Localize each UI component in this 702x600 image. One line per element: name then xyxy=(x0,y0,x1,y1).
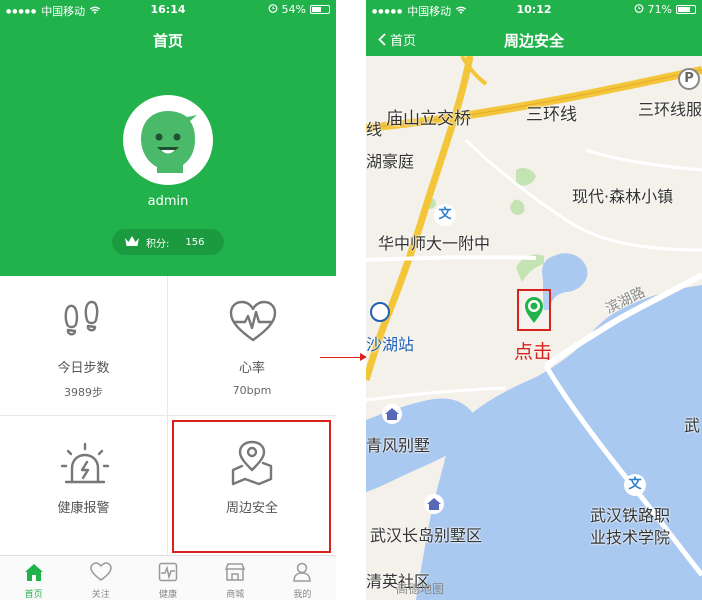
points-label: 积分: xyxy=(146,238,170,250)
battery-icon xyxy=(676,5,696,14)
heart-rate-icon xyxy=(229,300,277,342)
status-bar: ●●●●● 中国移动 16:14 54% xyxy=(0,0,336,20)
battery-percent: 54% xyxy=(281,3,306,16)
map-label-college-2: 业技术学院 xyxy=(590,528,671,547)
tab-follow-label: 关注 xyxy=(91,590,110,600)
steps-label: 今日步数 xyxy=(57,361,110,376)
heart-rate-card[interactable]: 心率 70bpm xyxy=(168,276,336,415)
steps-value: 3989步 xyxy=(64,386,103,399)
map-label-bridge: 庙山立交桥 xyxy=(386,109,471,129)
health-alarm-card[interactable]: 健康报警 xyxy=(0,416,167,555)
map-label-ring-road: 三环线 xyxy=(526,105,577,125)
tab-follow[interactable]: 关注 xyxy=(67,556,134,600)
battery-icon xyxy=(310,5,330,14)
composite-screenshot: ●●●●● 中国移动 16:14 54% 首页 admin 积分: 156 今日… xyxy=(0,0,702,600)
alarm-icon xyxy=(634,3,644,16)
map-label-xian: 线 xyxy=(366,120,383,139)
college-icon: 文 xyxy=(624,474,646,496)
alarm-siren-icon xyxy=(60,442,110,484)
tab-home-label: 首页 xyxy=(24,590,43,600)
username: admin xyxy=(147,194,189,209)
map-label-garden: 湖豪庭 xyxy=(366,152,415,171)
map-label-college-1: 武汉铁路职 xyxy=(590,506,671,525)
tab-shop[interactable]: 商城 xyxy=(202,556,269,600)
residential-icon xyxy=(424,494,444,514)
location-pin-icon[interactable] xyxy=(523,296,545,324)
health-alarm-label: 健康报警 xyxy=(57,501,110,516)
residential-icon xyxy=(382,404,402,424)
health-chart-icon xyxy=(158,562,178,582)
map-label-island-villa: 武汉长岛别墅区 xyxy=(370,526,483,545)
heart-rate-value: 70bpm xyxy=(232,384,272,397)
school-icon: 文 xyxy=(434,204,456,226)
map-label-town: 现代·森林小镇 xyxy=(572,187,674,206)
crown-icon xyxy=(124,235,140,250)
metro-station-icon xyxy=(370,302,390,322)
heart-rate-label: 心率 xyxy=(238,361,265,376)
page-title: 周边安全 xyxy=(503,32,564,50)
map-label-wu: 武 xyxy=(684,416,701,435)
steps-card[interactable]: 今日步数 3989步 xyxy=(0,276,167,415)
map-label-ring-road-service: 三环线服 xyxy=(638,100,702,119)
tab-shop-label: 商城 xyxy=(226,590,245,600)
tab-health[interactable]: 健康 xyxy=(134,556,201,600)
points-badge[interactable]: 积分: 156 xyxy=(112,229,224,255)
battery-percent: 71% xyxy=(647,3,672,16)
avatar[interactable] xyxy=(123,95,213,185)
click-annotation: 点击 xyxy=(514,341,553,363)
smiley-avatar-icon xyxy=(141,111,197,173)
map-label-school: 华中师大一附中 xyxy=(378,234,491,253)
heart-icon xyxy=(90,562,112,581)
tab-bar: 首页 关注 健康 商城 我的 xyxy=(0,555,336,600)
map-label-green-villa: 青风别墅 xyxy=(366,436,431,455)
tab-health-label: 健康 xyxy=(159,590,178,600)
nearby-safety-screen: ●●●●● 中国移动 10:12 71% 首页 周边安全 P 线 庙山立交桥 三… xyxy=(366,0,702,600)
status-bar: ●●●●● 中国移动 10:12 71% xyxy=(366,0,702,20)
shop-icon xyxy=(225,563,246,581)
user-icon xyxy=(293,562,312,582)
map-provider-logo: 高德地图 xyxy=(396,582,445,596)
tab-mine-label: 我的 xyxy=(293,590,312,600)
tab-mine[interactable]: 我的 xyxy=(269,556,336,600)
page-title: 首页 xyxy=(152,32,183,50)
points-value: 156 xyxy=(185,236,205,248)
parking-icon: P xyxy=(678,68,700,90)
home-screen: ●●●●● 中国移动 16:14 54% 首页 admin 积分: 156 今日… xyxy=(0,0,336,600)
tab-home[interactable]: 首页 xyxy=(0,556,67,600)
alarm-icon xyxy=(268,3,278,16)
map-label-station: 沙湖站 xyxy=(366,335,415,354)
nearby-safety-highlight xyxy=(172,420,331,553)
home-icon xyxy=(24,564,43,581)
footprints-icon xyxy=(64,300,99,336)
